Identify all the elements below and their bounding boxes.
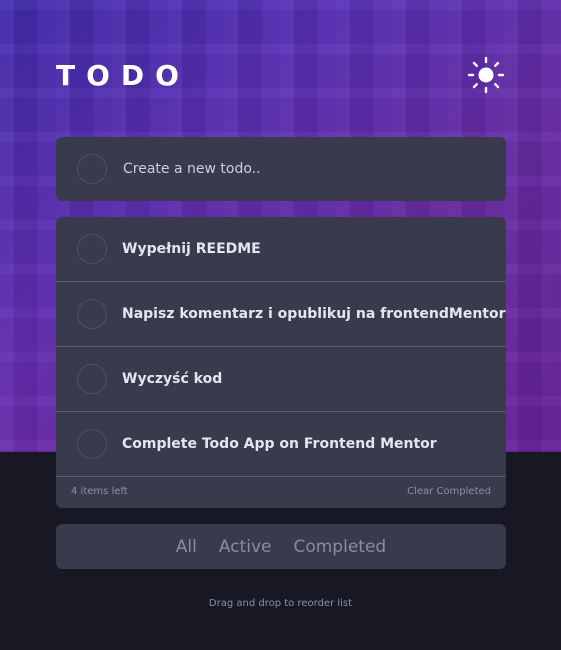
theme-toggle-button[interactable] — [466, 55, 506, 95]
filter-bar: All Active Completed — [56, 524, 506, 569]
filter-completed[interactable]: Completed — [293, 537, 386, 557]
todo-checkbox[interactable] — [77, 364, 107, 394]
todo-text: Wyczyść kod — [122, 371, 223, 387]
todo-list: Wypełnij REEDME Napisz komentarz i opubl… — [56, 217, 506, 508]
todo-item[interactable]: Napisz komentarz i opublikuj na frontend… — [56, 282, 506, 347]
app-header: TODO — [56, 55, 506, 95]
todo-checkbox[interactable] — [77, 299, 107, 329]
items-left-count: 4 items left — [71, 486, 128, 497]
todo-text: Napisz komentarz i opublikuj na frontend… — [122, 306, 506, 322]
todo-item[interactable]: Wypełnij REEDME — [56, 217, 506, 282]
todo-text: Complete Todo App on Frontend Mentor — [122, 436, 437, 452]
new-todo-card — [56, 137, 506, 201]
todo-item[interactable]: Wyczyść kod — [56, 347, 506, 412]
sun-icon — [467, 56, 505, 94]
new-todo-checkbox[interactable] — [77, 154, 107, 184]
new-todo-input[interactable] — [123, 149, 506, 189]
drag-hint: Drag and drop to reorder list — [208, 598, 353, 609]
list-footer: 4 items left Clear Completed — [56, 477, 506, 506]
clear-completed-button[interactable]: Clear Completed — [407, 486, 491, 497]
filter-all[interactable]: All — [176, 537, 197, 557]
todo-checkbox[interactable] — [77, 234, 107, 264]
app-title: TODO — [56, 58, 190, 92]
todo-item[interactable]: Complete Todo App on Frontend Mentor — [56, 412, 506, 477]
filter-active[interactable]: Active — [219, 537, 272, 557]
todo-text: Wypełnij REEDME — [122, 241, 261, 257]
todo-checkbox[interactable] — [77, 429, 107, 459]
